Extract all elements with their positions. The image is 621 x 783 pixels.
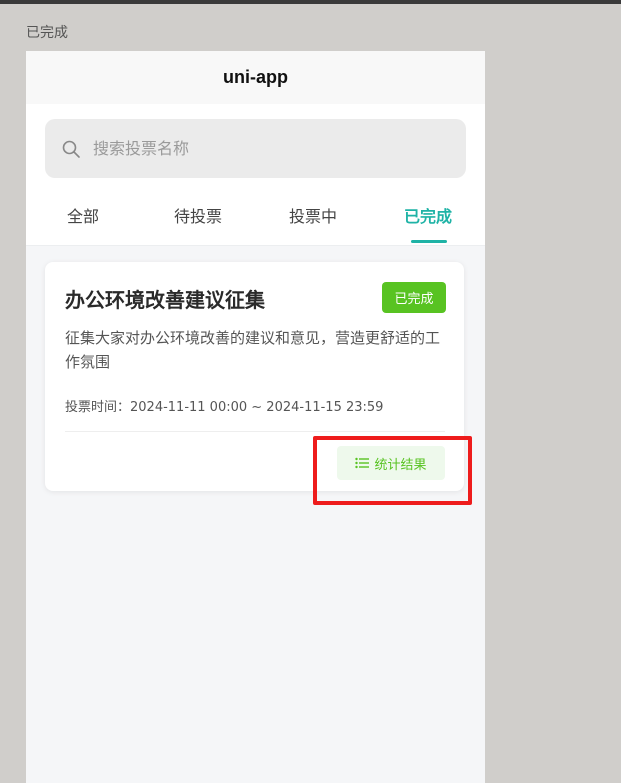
tab-completed[interactable]: 已完成 [387,203,469,245]
navbar: uni-app [26,51,485,104]
phone-frame: uni-app 全部 待投票 投票中 已完成 办公环境改善建议征集 已完成 征集… [26,51,485,783]
vote-card[interactable]: 办公环境改善建议征集 已完成 征集大家对办公环境改善的建议和意见，营造更舒适的工… [45,262,464,491]
window-top-bar [0,0,621,4]
card-divider [65,431,445,432]
list-icon [355,457,370,469]
tab-in-progress[interactable]: 投票中 [272,203,354,245]
stats-result-button[interactable]: 统计结果 [337,446,445,480]
tab-all[interactable]: 全部 [42,203,124,245]
vote-time: 投票时间：2024-11-11 00:00 ~ 2024-11-15 23:59 [65,400,384,415]
search-input[interactable] [91,138,435,159]
search-bar[interactable] [45,119,466,178]
header-area: 全部 待投票 投票中 已完成 [26,104,485,246]
stats-result-label: 统计结果 [374,457,427,473]
page-caption: 已完成 [26,25,68,41]
vote-description: 征集大家对办公环境改善的建议和意见，营造更舒适的工作氛围 [65,329,441,371]
search-icon [62,140,80,158]
status-badge: 已完成 [382,282,446,313]
tab-pending[interactable]: 待投票 [157,203,239,245]
nav-title: uni-app [223,67,288,87]
active-tab-indicator [411,240,447,243]
vote-title: 办公环境改善建议征集 [65,288,265,312]
tab-bar: 全部 待投票 投票中 已完成 [26,203,485,245]
